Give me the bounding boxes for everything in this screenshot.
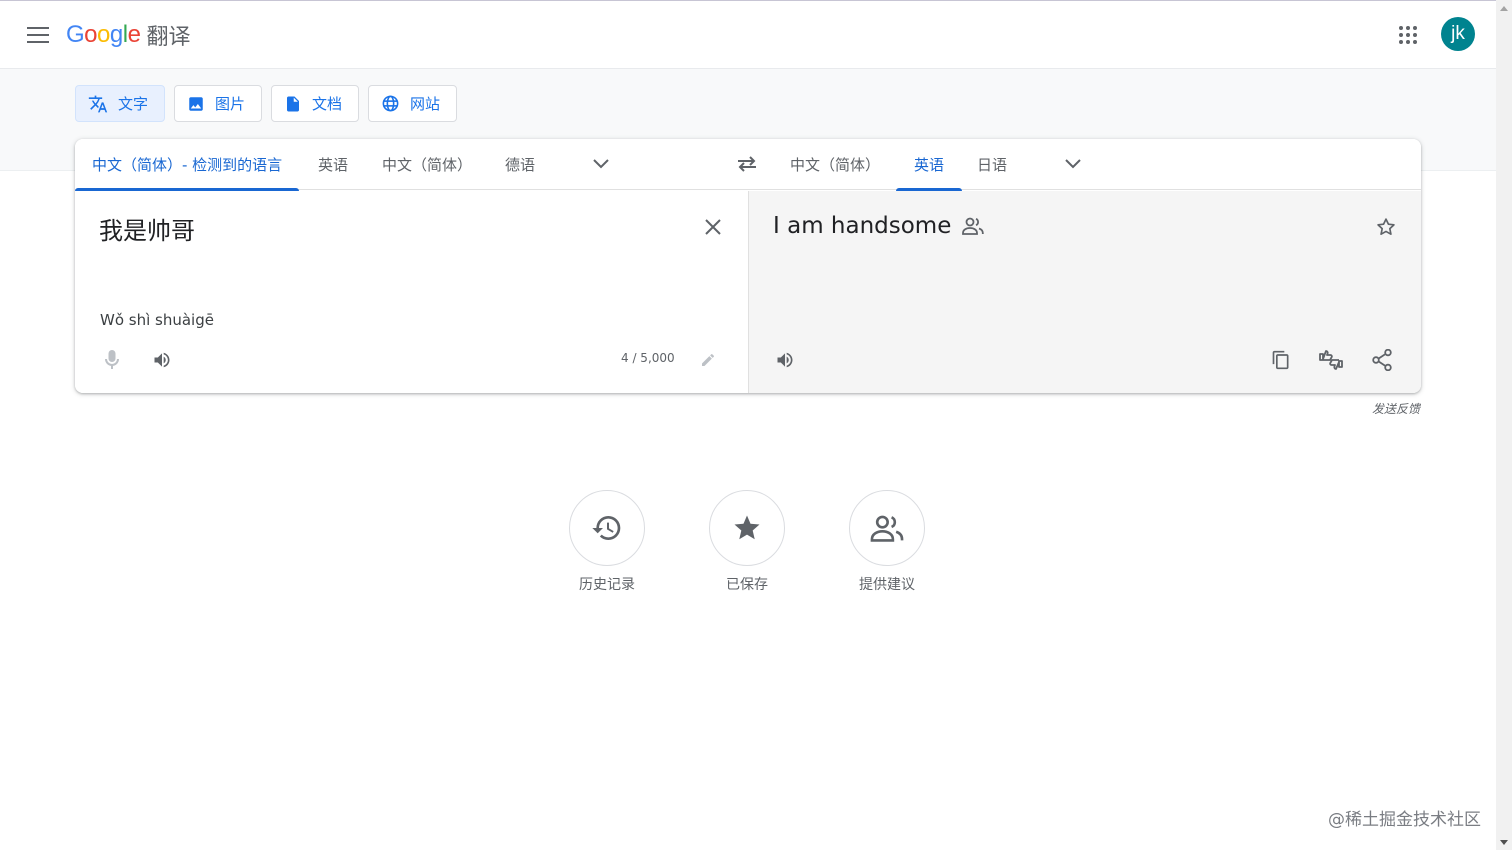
google-apps-button[interactable] [1392, 19, 1424, 51]
speaker-icon [154, 352, 170, 368]
edit-button[interactable] [693, 342, 723, 378]
source-text-input[interactable]: 我是帅哥 [99, 211, 195, 246]
history-icon [592, 516, 621, 540]
chevron-down-icon [593, 159, 609, 169]
tab-documents[interactable]: 文档 [271, 85, 360, 122]
swap-arrows-icon [738, 156, 756, 172]
source-lang-option[interactable]: 英语 [301, 139, 365, 190]
target-lang-option[interactable]: 中文（简体） [773, 139, 897, 190]
close-icon [705, 219, 721, 235]
save-translation-button[interactable] [1368, 209, 1404, 245]
tab-websites-label: 网站 [410, 95, 441, 113]
apps-grid-icon [1399, 26, 1417, 44]
google-translate-page: Google 翻译 jk 文字 图片 文档 网站 中文（简体）- 检测到的语言 … [0, 0, 1512, 850]
star-outline-icon [1377, 218, 1395, 235]
tab-images-label: 图片 [215, 95, 246, 113]
logo-letter: G [66, 21, 85, 48]
star-filled-icon [734, 515, 760, 540]
translate-icon [88, 95, 108, 112]
saved-label: 已保存 [726, 577, 768, 593]
listen-source-button[interactable] [144, 342, 180, 378]
contribute-label: 提供建议 [859, 577, 915, 593]
tab-images[interactable]: 图片 [174, 85, 263, 122]
google-wordmark: Google [66, 21, 141, 49]
voice-input-button[interactable] [94, 342, 130, 378]
source-lang-option[interactable]: 中文（简体） [365, 139, 489, 190]
target-pane: I am handsome [748, 191, 1421, 393]
logo-letter: o [97, 21, 110, 48]
community-verified-icon [962, 217, 985, 235]
source-transliteration: Wǒ shì shuàigē [100, 311, 214, 329]
source-lang-option[interactable]: 德语 [488, 139, 552, 190]
hamburger-menu-icon [27, 27, 49, 43]
microphone-icon [105, 350, 119, 369]
target-lang-option[interactable]: 日语 [960, 139, 1024, 190]
history-circle [569, 490, 645, 566]
rate-translation-button[interactable] [1313, 342, 1349, 378]
more-source-languages-button[interactable] [583, 146, 619, 182]
tab-text[interactable]: 文字 [75, 85, 166, 122]
share-icon [1372, 349, 1392, 371]
tab-websites[interactable]: 网站 [368, 85, 458, 122]
logo-letter: o [84, 21, 98, 48]
history-label: 历史记录 [579, 577, 635, 593]
copy-icon [1272, 350, 1289, 370]
contribute-button[interactable]: 提供建议 [827, 490, 947, 594]
image-icon [189, 96, 203, 111]
more-target-languages-button[interactable] [1055, 146, 1091, 182]
main-menu-button[interactable] [20, 17, 56, 53]
pencil-icon [702, 353, 715, 366]
vertical-scrollbar[interactable] [1496, 0, 1512, 850]
target-lang-option[interactable]: 英语 [896, 139, 963, 191]
listen-translation-button[interactable] [767, 342, 803, 378]
contribute-people-icon [870, 515, 904, 542]
history-button[interactable]: 历史记录 [547, 490, 667, 594]
clear-source-button[interactable] [695, 209, 731, 245]
tab-text-label: 文字 [118, 95, 149, 113]
account-avatar[interactable]: jk [1441, 17, 1475, 51]
copy-translation-button[interactable] [1263, 342, 1299, 378]
caret-up-icon [1500, 5, 1508, 11]
google-translate-logo[interactable]: Google 翻译 [66, 17, 190, 53]
thumbs-up-down-icon [1319, 350, 1343, 370]
translation-card: 中文（简体）- 检测到的语言 英语 中文（简体） 德语 中文（简体） 英语 日语… [75, 139, 1421, 393]
caret-down-icon [1500, 839, 1508, 845]
mode-tabs: 文字 图片 文档 网站 [75, 85, 458, 122]
source-watermark: @稀土掘金技术社区 [1328, 810, 1481, 830]
translation-output: I am handsome [773, 213, 985, 239]
tab-documents-label: 文档 [312, 95, 343, 113]
language-bar: 中文（简体）- 检测到的语言 英语 中文（简体） 德语 中文（简体） 英语 日语 [75, 139, 1421, 191]
app-header: Google 翻译 jk [0, 1, 1496, 69]
share-translation-button[interactable] [1364, 342, 1400, 378]
document-icon [287, 96, 300, 111]
saved-button[interactable]: 已保存 [687, 490, 807, 594]
source-lang-detected[interactable]: 中文（简体）- 检测到的语言 [75, 139, 300, 191]
speaker-icon [777, 352, 793, 368]
logo-letter: e [127, 21, 141, 48]
saved-circle [709, 490, 785, 566]
contribute-circle [849, 490, 925, 566]
chevron-down-icon [1065, 159, 1081, 169]
translated-text: I am handsome [773, 213, 952, 239]
product-name: 翻译 [146, 25, 191, 50]
logo-letter: g [109, 21, 123, 48]
scroll-up-arrow[interactable] [1496, 0, 1512, 16]
send-feedback-link[interactable]: 发送反馈 [1372, 400, 1420, 417]
character-count: 4 / 5,000 [621, 351, 675, 365]
swap-languages-button[interactable] [729, 146, 765, 182]
source-pane: 我是帅哥 Wǒ shì shuàigē 4 / 5,000 [75, 191, 747, 393]
scroll-down-arrow[interactable] [1496, 834, 1512, 850]
globe-icon [382, 95, 399, 112]
